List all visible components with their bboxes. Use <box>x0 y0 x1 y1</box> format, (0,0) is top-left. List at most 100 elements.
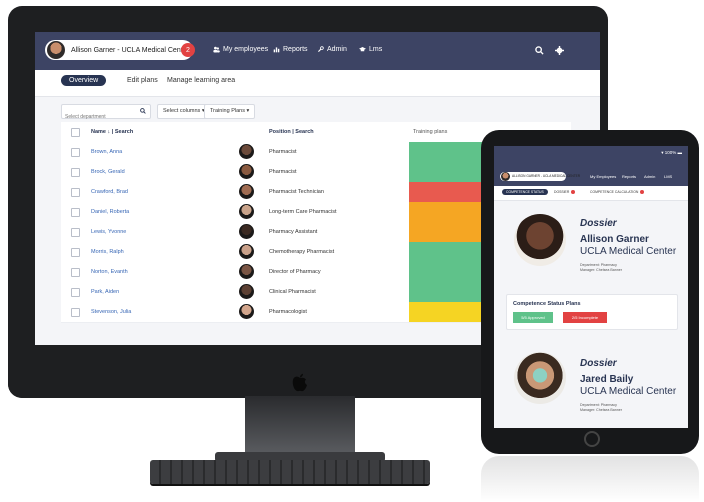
row-checkbox[interactable] <box>71 308 80 317</box>
keyboard <box>150 460 430 484</box>
employee-name[interactable]: Daniel, Roberta <box>91 209 129 215</box>
column-header-training-plans[interactable]: Training plans <box>413 129 447 135</box>
avatar <box>239 184 254 199</box>
gear-icon[interactable] <box>555 46 564 55</box>
employee-position: Clinical Pharmacist <box>269 289 316 295</box>
tablet-nav-reports[interactable]: Reports <box>622 174 636 179</box>
search-icon[interactable] <box>535 46 544 55</box>
employee-position: Pharmacist Technician <box>269 189 324 195</box>
avatar <box>239 264 254 279</box>
user-name: Allison Garner - UCLA Medical Center <box>71 46 189 54</box>
employee-position: Pharmacologist <box>269 309 307 315</box>
person-name: Jared Baily <box>580 374 634 385</box>
tablet-nav-admin[interactable]: Admin <box>644 174 655 179</box>
avatar <box>239 224 254 239</box>
tablet-user-name: ALLISON GARNER - UCLA MEDICAL CENTER <box>512 174 581 178</box>
avatar <box>239 284 254 299</box>
app-header: Allison Garner - UCLA Medical Center 2 M… <box>35 32 600 70</box>
employee-position: Pharmacist <box>269 169 297 175</box>
row-checkbox[interactable] <box>71 188 80 197</box>
column-header-name[interactable]: Name ↓ | Search <box>91 129 133 135</box>
tab-competence-calculation[interactable]: COMPETENCE CALCULATION <box>590 190 645 195</box>
chart-icon <box>273 47 280 53</box>
user-switcher[interactable]: Allison Garner - UCLA Medical Center 2 <box>45 40 195 60</box>
tablet-user-switcher[interactable]: ALLISON GARNER - UCLA MEDICAL CENTER <box>500 172 580 181</box>
row-checkbox[interactable] <box>71 288 80 297</box>
home-button[interactable] <box>584 431 600 447</box>
tab-overview[interactable]: Overview <box>61 75 107 86</box>
tab-bar: Overview Edit plans Manage learning area <box>35 70 600 97</box>
tab-competence-calculation-label: COMPETENCE CALCULATION <box>590 190 639 194</box>
notification-dot <box>640 190 645 195</box>
search-icon <box>140 108 146 114</box>
department-search[interactable] <box>61 104 151 123</box>
tablet-nav-my-employees[interactable]: My Employees <box>590 174 616 179</box>
person-name: Allison Garner <box>580 234 649 245</box>
profile-photo <box>514 214 566 266</box>
nav-reports[interactable]: Reports <box>283 46 308 53</box>
manager: Manager: Chelsea Banner <box>580 408 622 412</box>
incomplete-button[interactable]: 2/5 Incomplete <box>563 312 607 323</box>
nav-my-employees[interactable]: My employees <box>223 46 268 53</box>
row-checkbox[interactable] <box>71 208 80 217</box>
employee-name[interactable]: Crawford, Brad <box>91 189 128 195</box>
ipad-screen: ▾ 100% ▬ ALLISON GARNER - UCLA MEDICAL C… <box>494 146 688 428</box>
avatar <box>239 164 254 179</box>
users-icon <box>213 46 220 53</box>
employee-position: Long-term Care Pharmacist <box>269 209 337 215</box>
employee-name[interactable]: Park, Aiden <box>91 289 119 295</box>
employee-position: Pharmacist <box>269 149 297 155</box>
training-plans-dropdown[interactable]: Training Plans ▾ <box>204 104 256 119</box>
employee-name[interactable]: Norton, Evanth <box>91 269 128 275</box>
select-all-checkbox[interactable] <box>71 128 80 137</box>
tab-competence-status[interactable]: COMPETENCE STATUS <box>502 189 548 195</box>
avatar <box>47 41 65 59</box>
department: Department: Pharmacy <box>580 263 617 267</box>
organization-name: UCLA Medical Center <box>580 246 677 257</box>
apple-logo-icon <box>292 373 307 392</box>
nav-admin[interactable]: Admin <box>327 46 347 53</box>
tablet-header: ▾ 100% ▬ ALLISON GARNER - UCLA MEDICAL C… <box>494 146 688 186</box>
tablet-nav-lms[interactable]: LMS <box>664 174 672 179</box>
employee-name[interactable]: Lewis, Yvonne <box>91 229 126 235</box>
avatar <box>501 172 510 181</box>
notification-dot <box>571 190 576 195</box>
tab-dossier-label: DOSSIER <box>554 190 570 194</box>
avatar <box>239 144 254 159</box>
status-bar: ▾ 100% ▬ <box>661 150 682 155</box>
row-checkbox[interactable] <box>71 268 80 277</box>
profile-photo <box>514 352 566 404</box>
avatar <box>239 244 254 259</box>
tab-edit-plans[interactable]: Edit plans <box>127 77 158 84</box>
tab-manage-learning-area[interactable]: Manage learning area <box>167 77 235 84</box>
employee-name[interactable]: Brown, Anna <box>91 149 122 155</box>
employee-position: Director of Pharmacy <box>269 269 321 275</box>
nav-lms[interactable]: Lms <box>369 46 382 53</box>
column-header-position[interactable]: Position | Search <box>269 129 314 135</box>
employee-name[interactable]: Morris, Ralph <box>91 249 124 255</box>
employee-name[interactable]: Brock, Gerald <box>91 169 125 175</box>
row-checkbox[interactable] <box>71 228 80 237</box>
avatar <box>239 304 254 319</box>
employee-name[interactable]: Stevenson, Julia <box>91 309 131 315</box>
row-checkbox[interactable] <box>71 168 80 177</box>
dossier-label: Dossier <box>580 358 617 369</box>
select-columns-dropdown[interactable]: Select columns ▾ <box>157 104 211 119</box>
notification-badge[interactable]: 2 <box>181 43 195 57</box>
competence-status-card: Competence Status Plans 5/5 Approved 2/5… <box>506 294 678 330</box>
department-search-input[interactable] <box>62 111 138 123</box>
organization-name: UCLA Medical Center <box>580 386 677 397</box>
employee-position: Pharmacy Assistant <box>269 229 318 235</box>
competence-title: Competence Status Plans <box>513 301 581 307</box>
wrench-icon <box>318 46 324 52</box>
approved-button[interactable]: 5/5 Approved <box>513 312 553 323</box>
imac-stand <box>245 396 355 454</box>
row-checkbox[interactable] <box>71 148 80 157</box>
employee-position: Chemotherapy Pharmacist <box>269 249 335 255</box>
ipad-reflection <box>481 456 699 502</box>
dossier-label: Dossier <box>580 218 617 229</box>
row-checkbox[interactable] <box>71 248 80 257</box>
graduation-icon <box>359 47 366 52</box>
tablet-tab-bar: COMPETENCE STATUS DOSSIER COMPETENCE CAL… <box>494 186 688 201</box>
tab-dossier[interactable]: DOSSIER <box>554 190 576 195</box>
